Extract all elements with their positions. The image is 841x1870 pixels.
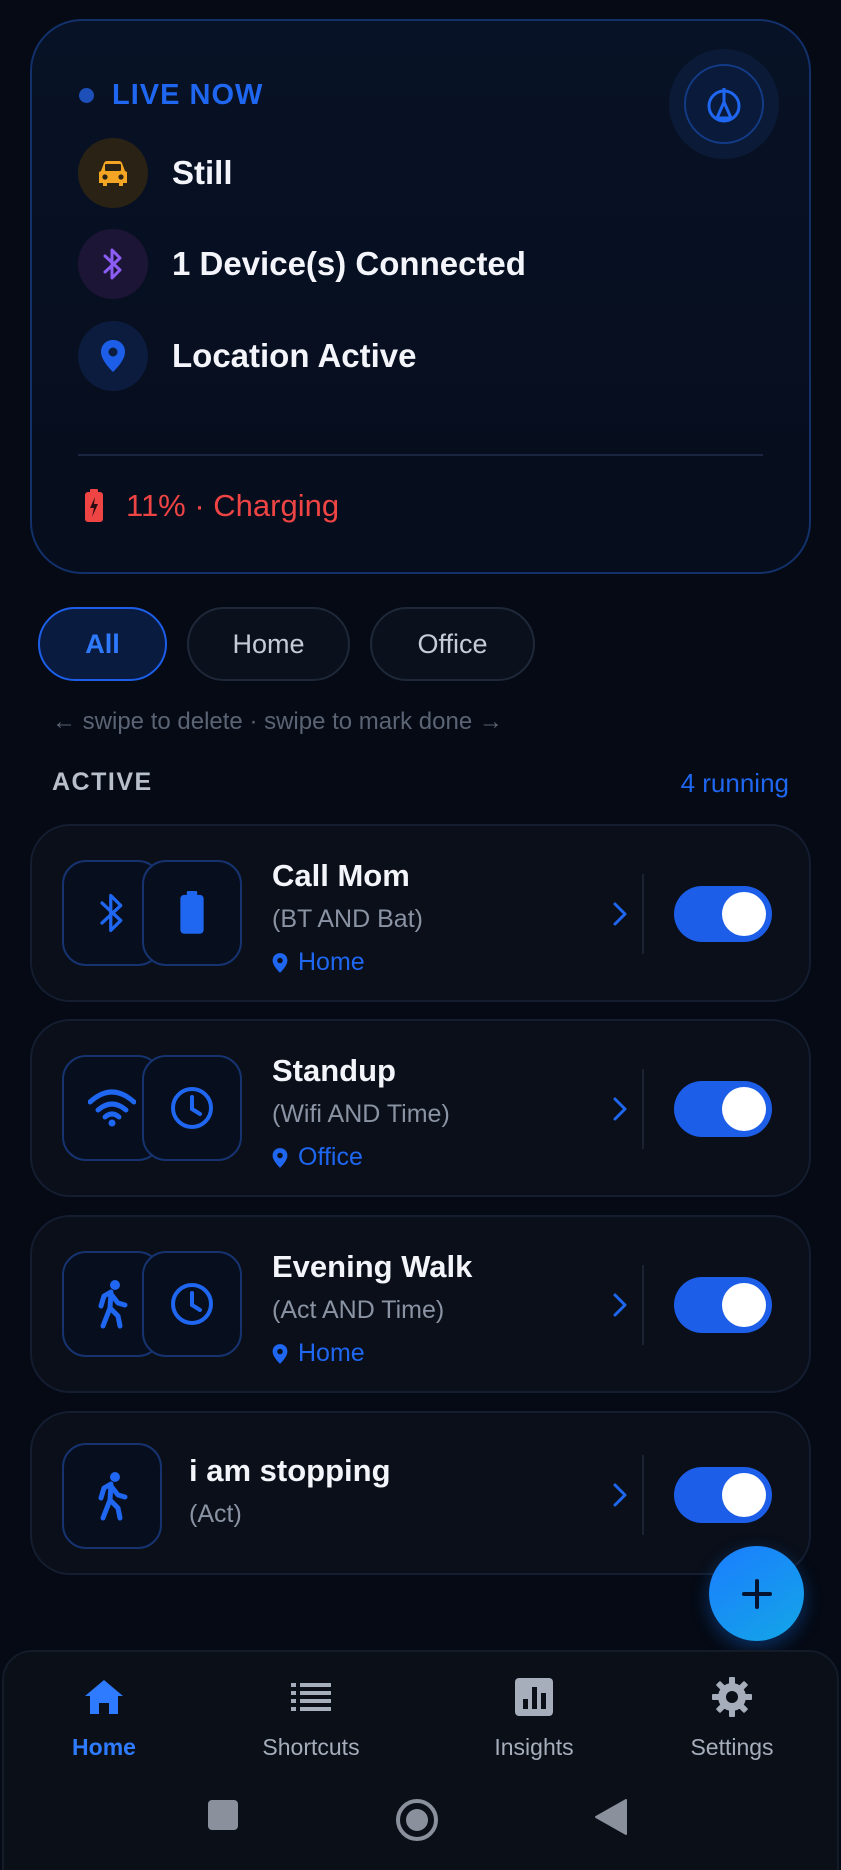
circle-icon [396,1799,438,1841]
clock-icon [142,1251,242,1357]
shortcut-toggle[interactable] [674,886,772,942]
shortcut-condition: (Wifi AND Time) [272,1100,450,1128]
card-divider [78,454,763,456]
battery-charging-icon [85,489,103,522]
location-pin-icon [272,952,288,973]
nav-item-label: Settings [690,1734,774,1760]
location-pin-icon [78,321,148,391]
battery-label: 11% · Charging [126,488,340,523]
system-nav-bar [0,1785,841,1855]
shortcut-condition: (Act) [189,1500,242,1528]
shortcut-location-label: Home [298,1339,365,1367]
shortcut-condition: (Act AND Time) [272,1296,445,1324]
status-devices: 1 Device(s) Connected [78,229,526,299]
chevron-right-icon[interactable] [608,1289,632,1321]
bluetooth-icon [78,229,148,299]
gear-icon [711,1674,753,1720]
nav-item-label: Insights [494,1734,574,1760]
section-header: ACTIVE 4 running [52,768,789,799]
list-icon [289,1674,333,1720]
shortcut-name: Standup [272,1053,396,1088]
status-location: Location Active [78,321,417,391]
shortcut-icons [62,1055,242,1161]
back-button[interactable] [593,1797,629,1837]
filter-chip-home[interactable]: Home [187,607,350,681]
nav-item-shortcuts[interactable]: Shortcuts [231,1674,391,1761]
running-count: 4 running [680,768,789,798]
chevron-right-icon[interactable] [608,1093,632,1125]
card-separator [642,874,644,954]
filter-chip-office[interactable]: Office [370,607,535,681]
shortcut-location: Home [272,1339,365,1368]
shortcut-name: Evening Walk [272,1249,473,1284]
shortcut-location: Home [272,948,365,977]
nav-item-home[interactable]: Home [24,1674,184,1761]
nav-item-label: Shortcuts [262,1734,360,1760]
back-triangle-icon [595,1799,627,1835]
shortcut-toggle[interactable] [674,1081,772,1137]
live-status-card: LIVE NOW Still 1 Device(s) Connected Loc… [30,19,811,574]
add-shortcut-button[interactable] [709,1546,804,1641]
nav-item-insights[interactable]: Insights [454,1674,614,1761]
shortcut-icons [62,1251,242,1357]
app-screen: LIVE NOW Still 1 Device(s) Connected Loc… [0,0,841,1870]
chevron-right-icon[interactable] [608,1479,632,1511]
shortcut-name: Call Mom [272,858,410,893]
walking-icon [62,1443,162,1549]
swipe-hint: ← swipe to delete · swipe to mark done → [52,708,503,735]
status-activity: Still [78,138,233,208]
shortcut-location-label: Office [298,1143,363,1171]
filter-chips: All Home Office [38,607,535,681]
home-icon [82,1674,126,1720]
live-indicator-dot [79,88,94,103]
status-devices-label: 1 Device(s) Connected [172,245,526,282]
battery-icon [142,860,242,966]
shortcut-icons [62,860,242,966]
live-header: LIVE NOW [79,79,263,112]
square-icon [208,1800,238,1830]
battery-status: 11% · Charging [84,488,339,524]
location-pin-icon [272,1147,288,1168]
shortcut-toggle[interactable] [674,1277,772,1333]
shortcut-card[interactable]: Standup (Wifi AND Time) Office [30,1019,811,1197]
status-location-label: Location Active [172,337,417,374]
nav-item-label: Home [72,1734,136,1760]
compass-icon [707,88,741,123]
car-icon [78,138,148,208]
insights-icon [514,1674,554,1720]
chevron-right-icon[interactable] [608,898,632,930]
section-title: ACTIVE [52,768,153,796]
clock-icon [142,1055,242,1161]
live-title: LIVE NOW [112,79,264,111]
shortcut-name: i am stopping [189,1453,391,1488]
filter-chip-all[interactable]: All [38,607,167,681]
plus-icon [741,1578,772,1609]
card-separator [642,1069,644,1149]
shortcut-location-label: Home [298,948,365,976]
recents-button[interactable] [205,1797,241,1833]
card-separator [642,1265,644,1345]
shortcut-location: Office [272,1143,363,1172]
shortcut-card[interactable]: Call Mom (BT AND Bat) Home [30,824,811,1002]
location-pin-icon [272,1343,288,1364]
home-system-button[interactable] [394,1797,440,1843]
compass-button[interactable] [669,49,779,159]
card-separator [642,1455,644,1535]
nav-item-settings[interactable]: Settings [652,1674,812,1761]
status-activity-label: Still [172,154,233,191]
shortcut-toggle[interactable] [674,1467,772,1523]
shortcut-condition: (BT AND Bat) [272,905,423,933]
shortcut-card[interactable]: i am stopping (Act) [30,1411,811,1575]
shortcut-card[interactable]: Evening Walk (Act AND Time) Home [30,1215,811,1393]
